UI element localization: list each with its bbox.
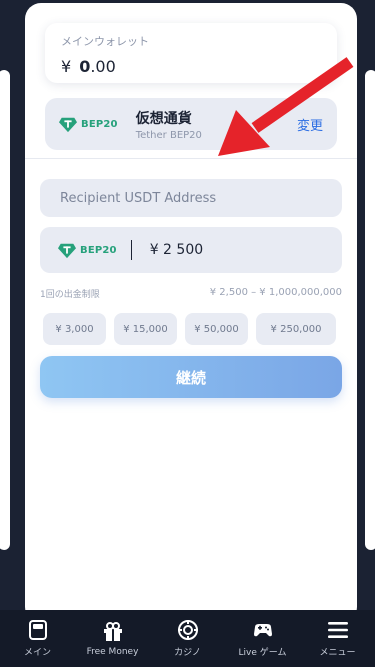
casino-chip-icon — [177, 620, 198, 640]
limit-range: ¥ 2,500 – ¥ 1,000,000,000 — [209, 287, 342, 298]
wallet-label: メインウォレット — [61, 35, 149, 48]
withdraw-limit-row: 1回の出金制限 ¥ 2,500 – ¥ 1,000,000,000 — [40, 287, 342, 300]
amount-value[interactable]: ¥ 2 500 — [150, 242, 203, 258]
recipient-address-input[interactable] — [40, 179, 342, 217]
limit-label: 1回の出金制限 — [40, 290, 100, 300]
nav-label-main: メイン — [23, 648, 51, 658]
tether-icon — [59, 117, 77, 133]
nav-label-free-money: Free Money — [86, 646, 139, 657]
preset-15000-button[interactable]: ¥ 15,000 — [114, 313, 177, 345]
side-card-left — [0, 70, 10, 550]
gamepad-icon — [253, 624, 272, 637]
bep20-label: BEP20 — [81, 118, 118, 130]
home-icon — [28, 620, 47, 640]
preset-250000-button[interactable]: ¥ 250,000 — [256, 313, 336, 345]
amount-separator — [130, 240, 132, 260]
nav-item-main[interactable]: メイン — [3, 619, 73, 658]
nav-label-menu: メニュー — [319, 648, 356, 658]
amount-bep20-label: BEP20 — [80, 244, 117, 256]
nav-label-casino: カジノ — [174, 648, 201, 658]
wallet-balance: ¥ 0.00 — [61, 57, 321, 76]
currency-selector[interactable]: BEP20 仮想通貨 Tether BEP20 変更 — [45, 98, 337, 150]
bep20-badge: BEP20 — [59, 115, 118, 133]
menu-icon — [327, 622, 348, 638]
main-wallet-card: メインウォレット ¥ 0.00 — [45, 23, 337, 83]
currency-texts: 仮想通貨 Tether BEP20 — [136, 108, 202, 141]
currency-symbol: ¥ — [61, 57, 72, 76]
balance-integer: 0 — [79, 57, 91, 76]
amount-bep20-badge: BEP20 — [58, 241, 117, 259]
tether-icon — [58, 243, 76, 259]
withdraw-sheet: メインウォレット ¥ 0.00 BEP20 仮想通貨 Tether BEP20 … — [25, 3, 357, 623]
divider — [25, 158, 357, 159]
balance-decimal: .00 — [90, 57, 116, 76]
nav-label-live-games: Live ゲーム — [238, 648, 287, 658]
nav-item-menu[interactable]: メニュー — [303, 619, 373, 658]
currency-subtitle: Tether BEP20 — [135, 129, 202, 141]
continue-button[interactable]: 継続 — [40, 356, 342, 398]
preset-3000-button[interactable]: ¥ 3,000 — [43, 313, 106, 345]
nav-item-casino[interactable]: カジノ — [153, 619, 223, 658]
amount-input[interactable]: BEP20 ¥ 2 500 — [40, 227, 342, 273]
change-currency-link[interactable]: 変更 — [297, 115, 323, 134]
amount-presets: ¥ 3,000 ¥ 15,000 ¥ 50,000 ¥ 250,000 — [43, 313, 336, 345]
nav-item-free-money[interactable]: Free Money — [78, 621, 148, 657]
currency-title: 仮想通貨 — [135, 110, 192, 127]
preset-50000-button[interactable]: ¥ 50,000 — [185, 313, 248, 345]
side-card-right — [365, 70, 375, 550]
bottom-nav: メイン Free Money カジノ Live ゲーム メニュー — [0, 610, 375, 667]
gift-icon — [103, 621, 122, 641]
nav-item-live-games[interactable]: Live ゲーム — [228, 619, 298, 658]
